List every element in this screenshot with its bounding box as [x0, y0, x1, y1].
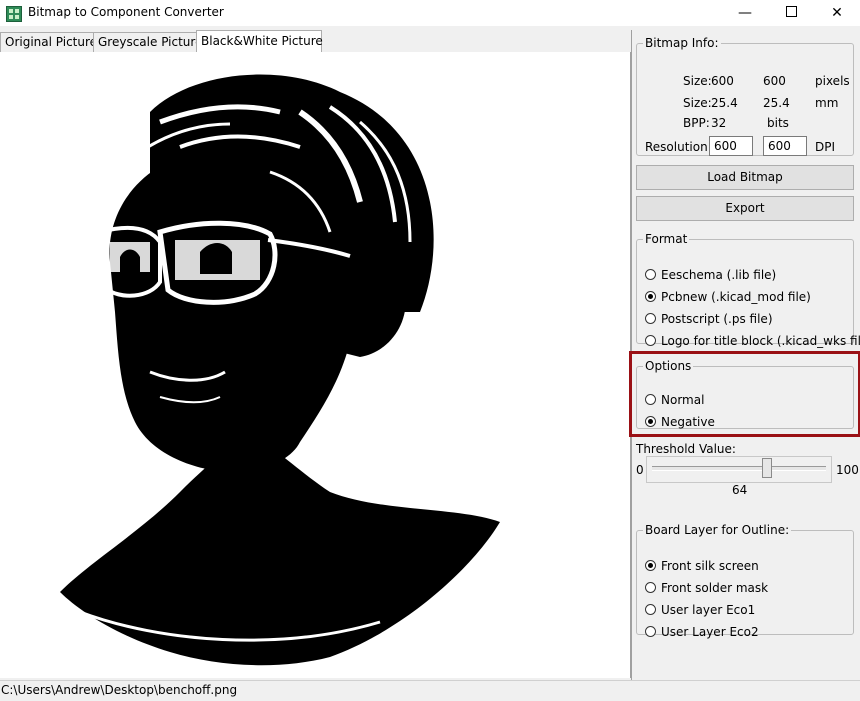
board-layer-legend: Board Layer for Outline:	[645, 523, 790, 537]
close-button[interactable]: ✕	[814, 0, 860, 26]
resolution-unit: DPI	[815, 140, 836, 154]
bitmap-preview	[0, 52, 631, 678]
threshold-label: Threshold Value:	[636, 442, 736, 456]
radio-icon	[645, 626, 656, 637]
bpp-label: BPP:	[683, 116, 710, 130]
size-px-label: Size:	[683, 74, 712, 88]
bitmap-info-group: Bitmap Info: Size: 600 600 pixels Size: …	[636, 36, 854, 156]
threshold-value: 64	[732, 483, 748, 497]
radio-checked-icon	[645, 416, 656, 427]
radio-icon	[645, 269, 656, 280]
threshold-max: 100	[836, 463, 859, 477]
format-group: Format Eeschema (.lib file) Pcbnew (.kic…	[636, 232, 860, 348]
format-legend: Format	[645, 232, 688, 246]
radio-checked-icon	[645, 560, 656, 571]
threshold-min: 0	[636, 463, 644, 477]
size-mm-height: 25.4	[763, 96, 790, 110]
size-px-height: 600	[763, 74, 786, 88]
load-bitmap-button[interactable]: Load Bitmap	[636, 165, 854, 190]
format-option-label: Eeschema (.lib file)	[661, 268, 777, 282]
window-title: Bitmap to Component Converter	[28, 5, 224, 19]
layer-option-label: User Layer Eco2	[661, 625, 759, 639]
title-bar: Bitmap to Component Converter — ✕	[0, 0, 860, 26]
option-label: Negative	[661, 415, 715, 429]
radio-icon	[645, 604, 656, 615]
size-mm-unit: mm	[815, 96, 839, 110]
options-legend: Options	[645, 359, 692, 373]
options-group: Options Normal Negative	[636, 359, 854, 429]
layer-option-label: Front solder mask	[661, 581, 769, 595]
threshold-slider-thumb[interactable]	[762, 458, 772, 478]
bpp-value: 32	[711, 116, 727, 130]
format-option-label: Postscript (.ps file)	[661, 312, 773, 326]
bitmap-info-legend: Bitmap Info:	[645, 36, 719, 50]
resolution-x-input[interactable]: 600	[709, 136, 753, 156]
size-mm-width: 25.4	[711, 96, 738, 110]
tab-original-picture[interactable]: Original Picture	[0, 32, 97, 52]
size-px-width: 600	[711, 74, 734, 88]
export-button[interactable]: Export	[636, 196, 854, 221]
threshold-slider-track	[652, 466, 826, 471]
bw-portrait-image	[0, 52, 630, 678]
minimize-button[interactable]: —	[722, 0, 768, 26]
layer-option-label: Front silk screen	[661, 559, 759, 573]
tab-black-white-picture[interactable]: Black&White Picture	[196, 30, 323, 52]
radio-checked-icon	[645, 291, 656, 302]
tab-greyscale-picture[interactable]: Greyscale Picture	[93, 32, 202, 52]
board-layer-group: Board Layer for Outline: Front silk scre…	[636, 523, 854, 639]
resolution-y-input[interactable]: 600	[763, 136, 807, 156]
radio-icon	[645, 335, 656, 346]
size-px-unit: pixels	[815, 74, 850, 88]
resolution-label: Resolution:	[645, 140, 712, 154]
status-bar: C:\Users\Andrew\Desktop\benchoff.png	[0, 680, 860, 701]
status-file-path: C:\Users\Andrew\Desktop\benchoff.png	[1, 683, 238, 697]
option-label: Normal	[661, 393, 705, 407]
radio-icon	[645, 582, 656, 593]
maximize-icon	[785, 6, 797, 17]
format-option-label: Pcbnew (.kicad_mod file)	[661, 290, 811, 304]
app-icon	[6, 6, 22, 22]
format-option-label: Logo for title block (.kicad_wks file)	[661, 334, 860, 348]
layer-option-label: User layer Eco1	[661, 603, 756, 617]
radio-icon	[645, 313, 656, 324]
size-mm-label: Size:	[683, 96, 712, 110]
maximize-button[interactable]	[768, 0, 814, 26]
radio-icon	[645, 394, 656, 405]
bpp-unit: bits	[767, 116, 789, 130]
